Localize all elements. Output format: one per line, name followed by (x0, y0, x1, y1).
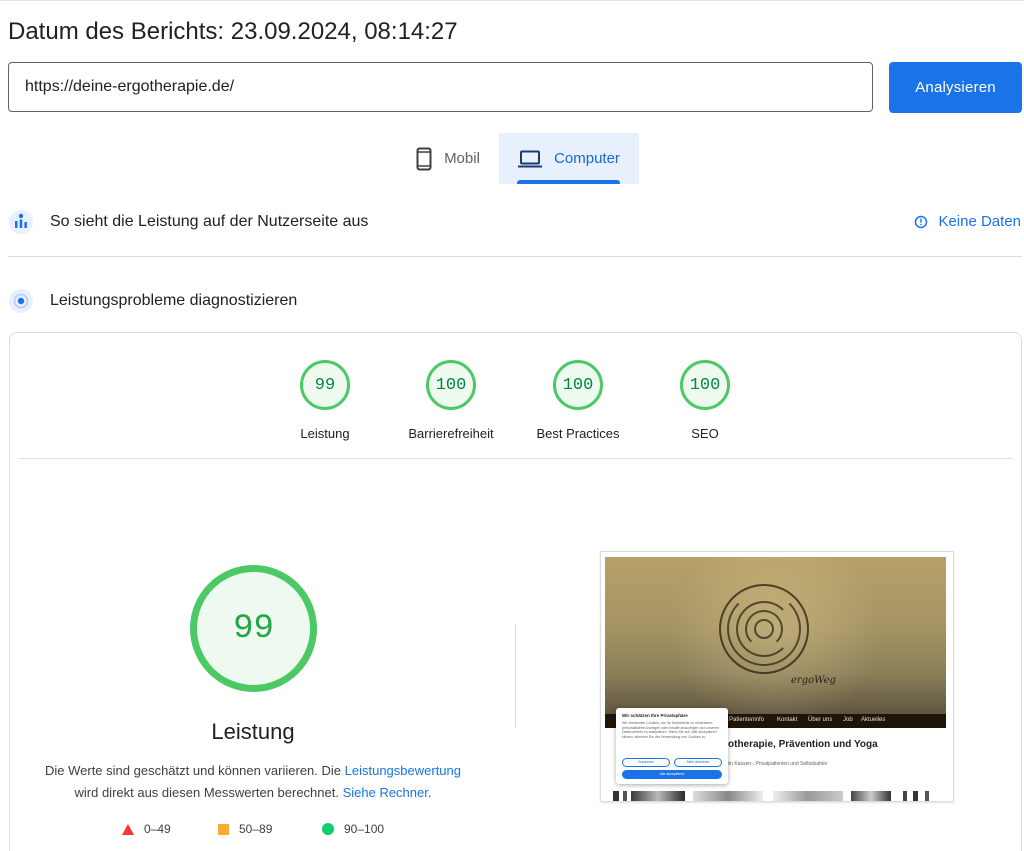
diagnose-section: Leistungsprobleme diagnostizieren (0, 287, 1024, 317)
triangle-icon (122, 823, 134, 835)
labyrinth-logo (719, 584, 809, 674)
analyze-button[interactable]: Analysieren (889, 62, 1022, 113)
desc-text-2: wird direkt aus diesen Messwerten berech… (74, 785, 343, 800)
tab-mobile[interactable]: Mobil (396, 133, 500, 184)
legend-range: 50–89 (239, 822, 273, 836)
thumbnail-nav-item: Über uns (808, 717, 833, 723)
thumbnail-nav-item: Job (843, 717, 853, 723)
legend-average: 50–89 (218, 822, 272, 836)
page-screenshot-thumbnail[interactable]: ergoWeg Patienteninfo Kontakt Über uns J… (600, 551, 954, 802)
no-data-link[interactable]: Keine Daten (914, 213, 1021, 230)
smartphone-icon (416, 147, 432, 170)
tab-computer-label: Computer (554, 150, 620, 167)
calculator-link[interactable]: Siehe Rechner (343, 785, 428, 800)
lighthouse-icon (9, 289, 33, 313)
thumbnail-photo-strip (613, 791, 938, 801)
score-gauge-performance[interactable]: 99 Leistung (270, 360, 380, 441)
no-data-label: Keine Daten (938, 213, 1021, 230)
cookie-customize-button: Anpassen (622, 758, 670, 767)
score-value: 100 (426, 360, 476, 410)
score-gauge-accessibility[interactable]: 100 Barrierefreiheit (396, 360, 506, 441)
square-icon (218, 823, 229, 835)
score-value: 100 (680, 360, 730, 410)
score-label: Barrierefreiheit (408, 426, 494, 441)
score-label: Leistung (300, 426, 350, 441)
score-label: SEO (691, 426, 719, 441)
performance-title: Leistung (211, 719, 295, 744)
info-icon (915, 215, 928, 228)
thumbnail-cookie-banner: Wir schätzen Ihre Privatsphäre Wir verwe… (616, 708, 728, 784)
performance-gauge[interactable]: 99 (190, 565, 317, 692)
section-divider (8, 256, 1022, 257)
tab-active-indicator (517, 180, 620, 184)
score-gauge-seo[interactable]: 100 SEO (650, 360, 760, 441)
desc-text-3: . (427, 785, 432, 800)
url-input[interactable] (8, 62, 873, 112)
score-value: 100 (553, 360, 603, 410)
tab-computer[interactable]: Computer (499, 133, 639, 184)
tab-mobile-label: Mobil (444, 150, 480, 167)
score-gauge-best-practices[interactable]: 100 Best Practices (523, 360, 633, 441)
top-rule (0, 0, 1024, 1)
field-data-section: So sieht die Leistung auf der Nutzerseit… (0, 208, 1024, 238)
score-label: Best Practices (536, 426, 620, 441)
thumbnail-nav-item: Kontakt (777, 717, 798, 723)
vertical-separator (515, 624, 516, 728)
legend-fail: 0–49 (122, 822, 171, 836)
circle-icon (322, 823, 334, 835)
thumbnail-nav-item: Patienteninfo (729, 717, 765, 723)
legend-pass: 90–100 (322, 822, 384, 836)
thumbnail-headline: rgotherapie, Prävention und Yoga (718, 739, 878, 750)
cookie-body: Wir verwenden Cookies, um Ihr Surfelebni… (622, 721, 719, 739)
field-data-title: So sieht die Leistung auf der Nutzerseit… (50, 213, 369, 230)
cookie-accept-button: Alle akzeptieren (622, 770, 722, 779)
cookie-reject-button: Alles ablehnen (674, 758, 722, 767)
legend-range: 90–100 (344, 822, 385, 836)
thumbnail-hero-image: ergoWeg (605, 557, 946, 714)
cookie-title: Wir schätzen Ihre Privatsphäre (622, 713, 688, 718)
people-chart-icon (9, 210, 33, 234)
report-date: Datum des Berichts: 23.09.2024, 08:14:27 (8, 18, 458, 45)
score-value: 99 (300, 360, 350, 410)
laptop-icon (518, 150, 543, 167)
thumbnail-script-logo: ergoWeg (791, 675, 836, 686)
thumbnail-subline: andeln Kassen-, Privatpatienten und Selb… (718, 761, 828, 767)
diagnose-title: Leistungsprobleme diagnostizieren (50, 292, 298, 309)
thumbnail-nav-item: Aktuelles (861, 717, 886, 723)
legend-range: 0–49 (144, 822, 171, 836)
performance-description: Die Werte sind geschätzt und können vari… (18, 760, 488, 804)
card-divider (18, 458, 1013, 459)
desc-text-1: Die Werte sind geschätzt und können vari… (44, 763, 345, 778)
score-calc-link[interactable]: Leistungsbewertung (345, 763, 461, 778)
